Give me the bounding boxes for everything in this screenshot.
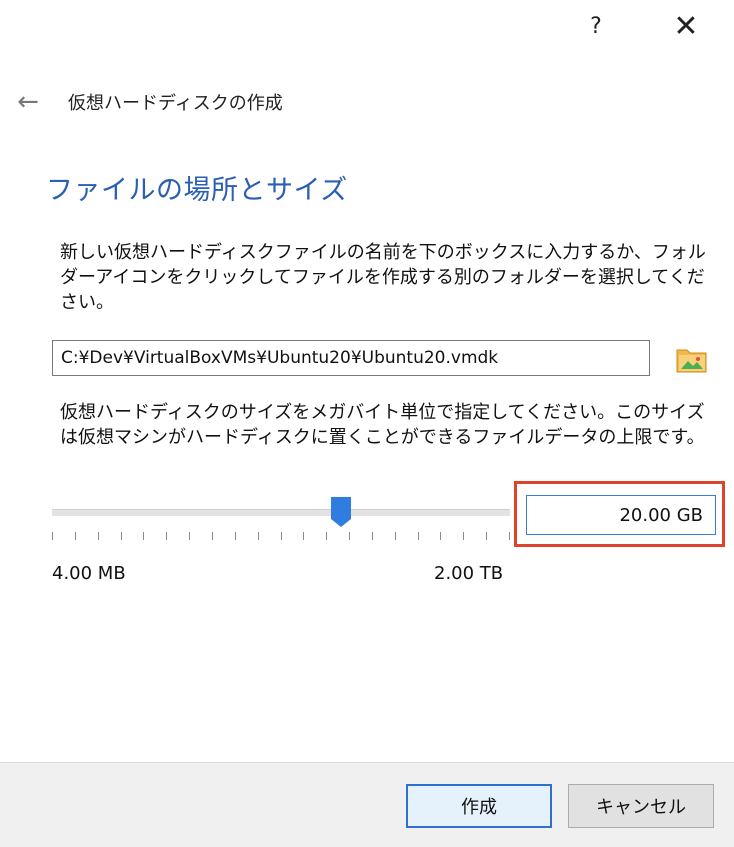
slider-tick — [166, 532, 167, 540]
location-description: 新しい仮想ハードディスクファイルの名前を下のボックスに入力するか、フォルダーアイ… — [60, 242, 706, 313]
slider-tick — [349, 532, 350, 540]
dialog-title: 仮想ハードディスクの作成 — [68, 93, 283, 114]
slider-tick — [326, 532, 327, 540]
slider-tick — [395, 532, 396, 540]
slider-tick — [143, 532, 144, 540]
slider-tick — [189, 532, 190, 540]
size-slider[interactable] — [52, 496, 510, 546]
section-title: ファイルの場所とサイズ — [46, 175, 348, 206]
slider-tick — [212, 532, 213, 540]
slider-tick — [235, 532, 236, 540]
slider-ticks — [52, 532, 510, 544]
slider-track — [52, 509, 510, 516]
close-button[interactable]: ✕ — [666, 8, 706, 44]
slider-max-label: 2.00 TB — [434, 563, 504, 584]
size-description: 仮想ハードディスクのサイズをメガバイト単位で指定してください。このサイズは仮想マ… — [60, 402, 705, 448]
back-arrow-icon: ← — [17, 87, 39, 117]
slider-tick — [303, 532, 304, 540]
slider-tick — [258, 532, 259, 540]
cancel-button[interactable]: キャンセル — [568, 784, 714, 828]
create-button[interactable]: 作成 — [406, 784, 552, 828]
slider-tick — [440, 532, 441, 540]
back-button[interactable]: ← — [8, 82, 48, 122]
slider-thumb[interactable] — [330, 496, 352, 528]
slider-tick — [75, 532, 76, 540]
slider-tick — [509, 532, 510, 540]
help-button[interactable]: ? — [576, 8, 616, 44]
slider-tick — [281, 532, 282, 540]
file-path-input[interactable] — [52, 340, 650, 376]
choose-folder-button[interactable] — [674, 342, 710, 376]
slider-tick — [486, 532, 487, 540]
slider-tick — [463, 532, 464, 540]
slider-tick — [52, 532, 53, 540]
size-input[interactable] — [526, 495, 716, 535]
slider-tick — [372, 532, 373, 540]
folder-icon — [676, 349, 707, 373]
slider-tick — [418, 532, 419, 540]
slider-min-label: 4.00 MB — [52, 563, 126, 584]
slider-tick — [98, 532, 99, 540]
dialog-header: ← 仮想ハードディスクの作成 — [8, 80, 283, 124]
slider-tick — [121, 532, 122, 540]
